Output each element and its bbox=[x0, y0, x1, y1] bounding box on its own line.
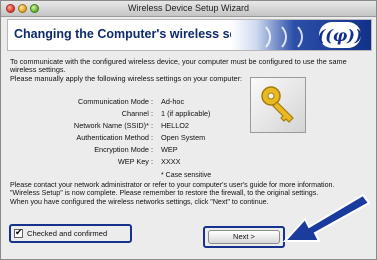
setting-communication-mode: Communication Mode : Ad-hoc bbox=[31, 97, 251, 109]
setting-label: Communication Mode : bbox=[77, 97, 153, 106]
setting-value: WEP bbox=[161, 145, 178, 154]
setting-label: Network Name (SSID)* : bbox=[73, 121, 153, 130]
banner-artwork: ((φ)) bbox=[231, 20, 371, 50]
pointer-arrow-icon bbox=[282, 193, 371, 242]
header-banner: Changing the Computer's wireless setting… bbox=[7, 19, 372, 51]
title-bar: Wireless Device Setup Wizard bbox=[1, 1, 376, 17]
setup-wizard-window: Wireless Device Setup Wizard Changing th… bbox=[0, 0, 377, 260]
intro-line-1: To communicate with the configured wirel… bbox=[10, 57, 347, 75]
setting-encryption-mode: Encryption Mode : WEP bbox=[31, 145, 251, 157]
setting-authentication-method: Authentication Method : Open System bbox=[31, 133, 251, 145]
setting-label: Channel : bbox=[121, 109, 153, 118]
setting-value: Ad-hoc bbox=[161, 97, 185, 106]
next-button[interactable]: Next > bbox=[208, 230, 280, 244]
wireless-logo-icon: ((φ)) bbox=[318, 22, 362, 48]
intro-line-2: Please manually apply the following wire… bbox=[10, 73, 242, 83]
confirm-checkbox-row[interactable]: ✔ Checked and confirmed bbox=[14, 227, 107, 238]
setting-value: 1 (if applicable) bbox=[161, 109, 211, 118]
window-title: Wireless Device Setup Wizard bbox=[127, 3, 250, 13]
intro-text: To communicate with the configured wirel… bbox=[10, 57, 368, 83]
setting-value: Open System bbox=[161, 133, 206, 142]
setting-wep-key: WEP Key : XXXX bbox=[31, 157, 251, 169]
setting-value: XXXX bbox=[161, 157, 181, 166]
signal-wave-icon bbox=[255, 22, 271, 50]
key-icon bbox=[250, 77, 306, 133]
setting-network-name: Network Name (SSID)* : HELLO2 bbox=[31, 121, 251, 133]
signal-wave-icon bbox=[271, 22, 287, 50]
checkmark-icon: ✔ bbox=[15, 227, 23, 237]
wireless-settings-list: Communication Mode : Ad-hoc Channel : 1 … bbox=[31, 97, 251, 169]
setting-label: WEP Key : bbox=[117, 157, 153, 166]
setting-label: Authentication Method : bbox=[76, 133, 153, 142]
setting-value: HELLO2 bbox=[161, 121, 189, 130]
setting-channel: Channel : 1 (if applicable) bbox=[31, 109, 251, 121]
setting-label: Encryption Mode : bbox=[94, 145, 153, 154]
case-sensitive-note: * Case sensitive bbox=[161, 172, 212, 179]
signal-wave-icon bbox=[287, 22, 303, 50]
confirm-checkbox-label[interactable]: Checked and confirmed bbox=[27, 229, 107, 238]
confirm-checkbox[interactable]: ✔ bbox=[14, 227, 23, 238]
